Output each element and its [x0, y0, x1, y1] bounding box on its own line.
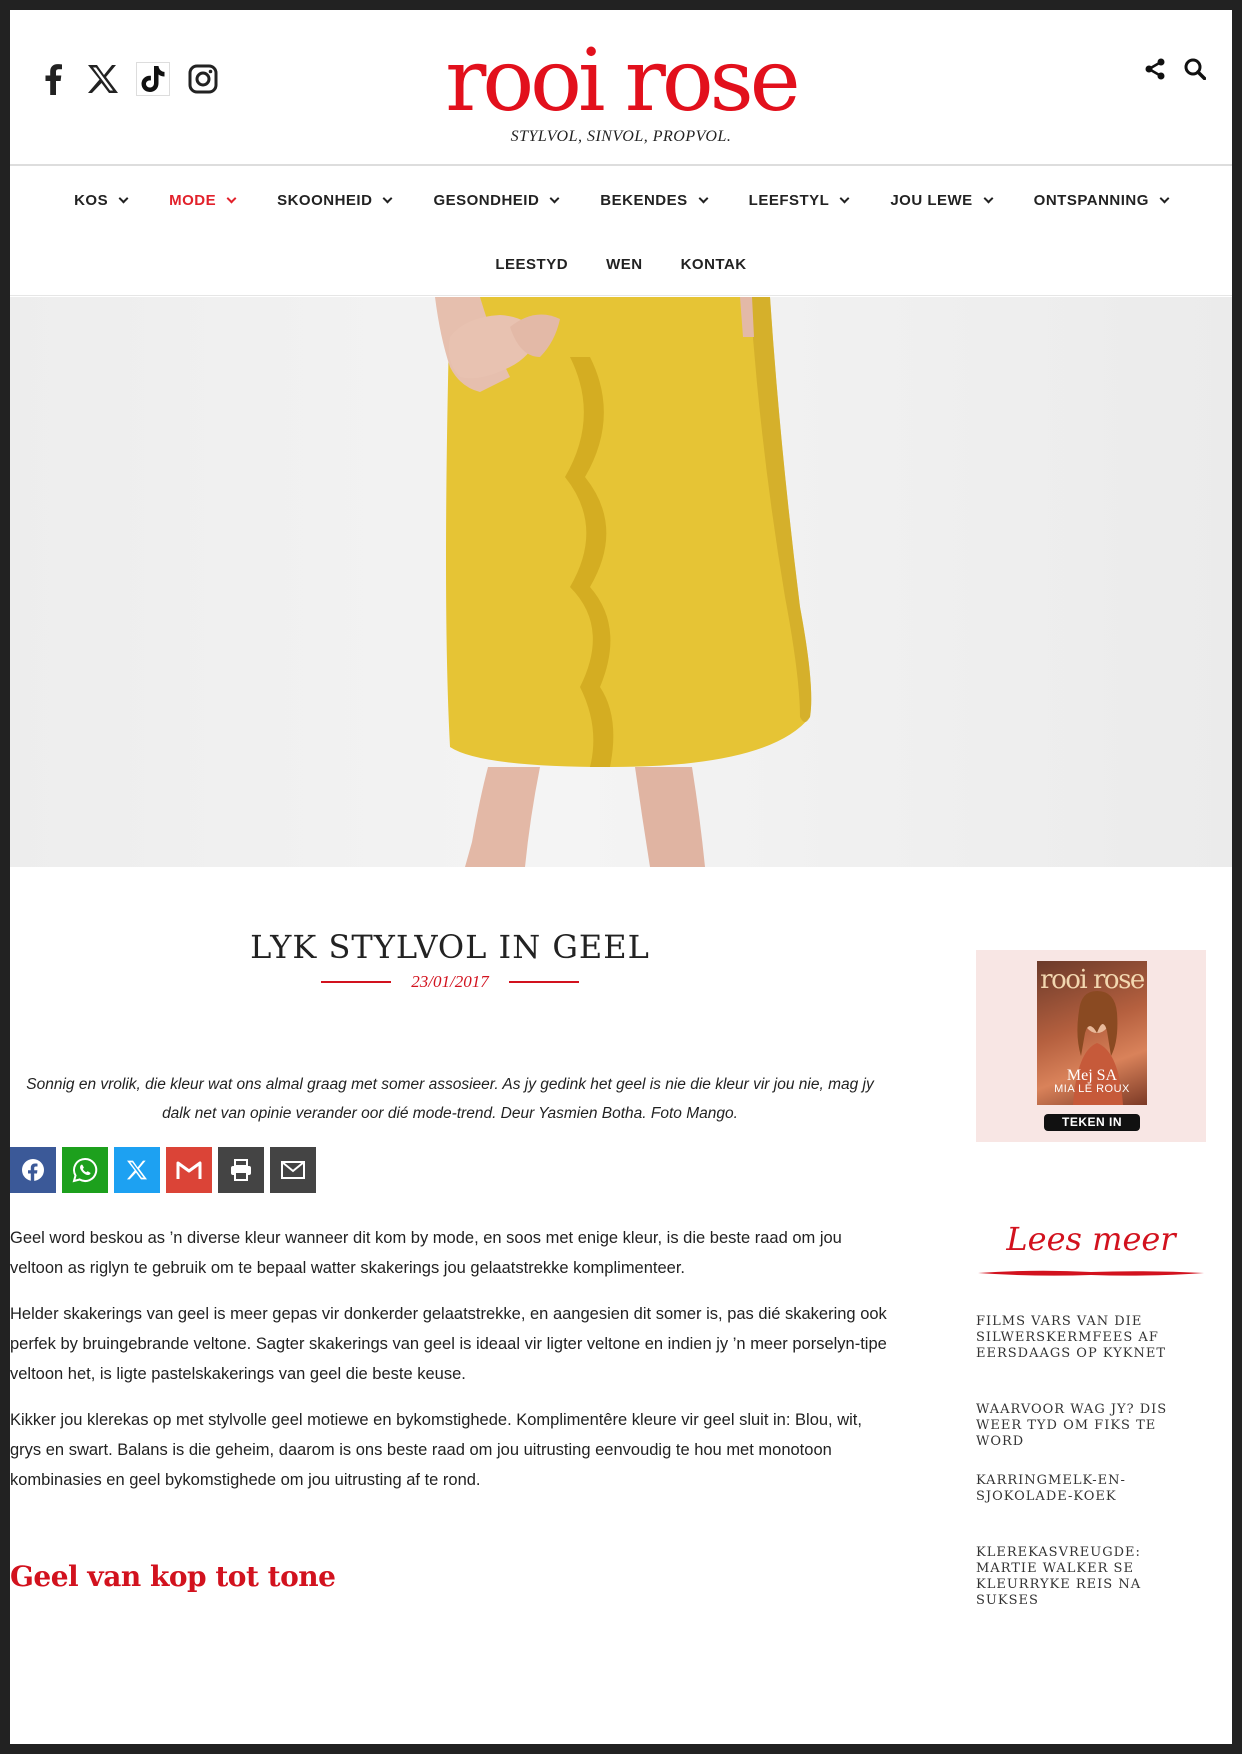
lees-meer-heading: Lees meer	[1006, 1220, 1176, 1258]
article-paragraph: Geel word beskou as ’n diverse kleur wan…	[10, 1229, 842, 1277]
brush-divider	[978, 1270, 1204, 1276]
chevron-down-icon	[698, 193, 709, 203]
article-subheading: Geel van kop tot tone	[10, 1560, 336, 1593]
share-email-button[interactable]	[270, 1147, 316, 1193]
subscribe-button[interactable]: TEKEN IN	[1044, 1114, 1140, 1131]
header-tools	[1142, 56, 1208, 82]
nav-label: BEKENDES	[600, 191, 688, 209]
chevron-down-icon	[1159, 193, 1170, 203]
nav-label: GESONDHEID	[433, 191, 540, 209]
share-buttons	[10, 1147, 316, 1193]
related-link[interactable]: FILMS VARS VAN DIE SILWERSKERMFEES AF EE…	[976, 1314, 1206, 1362]
nav-row-primary: KOS MODE SKOONHEID GESONDHEID BEKENDES L…	[10, 180, 1232, 220]
subscribe-ad[interactable]: rooi rose Mej SA MIA LE ROUX TEKEN IN	[976, 950, 1206, 1142]
magazine-cover: rooi rose Mej SA MIA LE ROUX	[1037, 961, 1147, 1105]
site-header: rooi rose STYLVOL, SINVOL, PROPVOL.	[10, 10, 1232, 166]
nav-item-jou-lewe[interactable]: JOU LEWE	[890, 180, 994, 220]
nav-label: JOU LEWE	[890, 191, 973, 209]
logo-tagline: STYLVOL, SINVOL, PROPVOL.	[510, 128, 732, 145]
chevron-down-icon	[549, 193, 560, 203]
nav-item-kos[interactable]: KOS	[74, 180, 129, 220]
logo-wordmark: rooi rose	[445, 31, 800, 131]
nav-item-mode[interactable]: MODE	[169, 180, 237, 220]
article-dateline: 23/01/2017	[10, 972, 890, 992]
article-title: LYK STYLVOL IN GEEL	[250, 928, 650, 966]
article-body: Geel word beskou as ’n diverse kleur wan…	[10, 1223, 890, 1511]
nav-item-ontspanning[interactable]: ONTSPANNING	[1033, 180, 1170, 220]
nav-item-leestyd[interactable]: LEESTYD	[495, 244, 568, 284]
nav-item-gesondheid[interactable]: GESONDHEID	[433, 180, 560, 220]
search-icon[interactable]	[1182, 56, 1208, 82]
related-link[interactable]: KARRINGMELK-EN-SJOKOLADE-KOEK	[976, 1473, 1206, 1505]
nav-label: KOS	[74, 191, 109, 209]
related-link[interactable]: KLEREKASVREUGDE: MARTIE WALKER SE KLEURR…	[976, 1545, 1206, 1609]
share-x-button[interactable]	[114, 1147, 160, 1193]
hero-image	[10, 297, 1232, 867]
nav-label: SKOONHEID	[277, 191, 373, 209]
article-paragraph: Helder skakerings van geel is meer gepas…	[10, 1305, 887, 1383]
share-gmail-button[interactable]	[166, 1147, 212, 1193]
article-intro: Sonnig en vrolik, die kleur wat ons alma…	[26, 1076, 874, 1122]
nav-label: MODE	[169, 191, 217, 209]
nav-item-wen[interactable]: WEN	[606, 244, 643, 284]
page-frame: rooi rose STYLVOL, SINVOL, PROPVOL. KOS …	[10, 10, 1232, 1744]
nav-item-leefstyl[interactable]: LEEFSTYL	[748, 180, 850, 220]
nav-label: LEEFSTYL	[748, 191, 830, 209]
chevron-down-icon	[382, 193, 393, 203]
nav-label: ONTSPANNING	[1033, 191, 1149, 209]
site-logo[interactable]: rooi rose STYLVOL, SINVOL, PROPVOL.	[10, 36, 1232, 146]
nav-item-skoonheid[interactable]: SKOONHEID	[277, 180, 393, 220]
share-whatsapp-button[interactable]	[62, 1147, 108, 1193]
share-icon[interactable]	[1142, 56, 1168, 82]
chevron-down-icon	[118, 193, 129, 203]
cover-subhead: MIA LE ROUX	[1054, 1083, 1130, 1095]
divider	[508, 981, 579, 983]
nav-row-secondary: LEESTYD WEN KONTAK	[10, 244, 1232, 284]
chevron-down-icon	[983, 193, 994, 203]
nav-item-kontak[interactable]: KONTAK	[681, 244, 747, 284]
share-facebook-button[interactable]	[10, 1147, 56, 1193]
article-date: 23/01/2017	[411, 972, 489, 991]
related-link[interactable]: WAARVOOR WAG JY? DIS WEER TYD OM FIKS TE…	[976, 1402, 1206, 1450]
chevron-down-icon	[839, 193, 850, 203]
divider	[321, 981, 392, 983]
share-print-button[interactable]	[218, 1147, 264, 1193]
main-nav: KOS MODE SKOONHEID GESONDHEID BEKENDES L…	[10, 168, 1232, 296]
nav-item-bekendes[interactable]: BEKENDES	[600, 180, 709, 220]
article-paragraph: Kikker jou klerekas op met stylvolle gee…	[10, 1411, 862, 1489]
yellow-dress-photo	[435, 297, 812, 867]
chevron-down-icon	[226, 193, 237, 203]
